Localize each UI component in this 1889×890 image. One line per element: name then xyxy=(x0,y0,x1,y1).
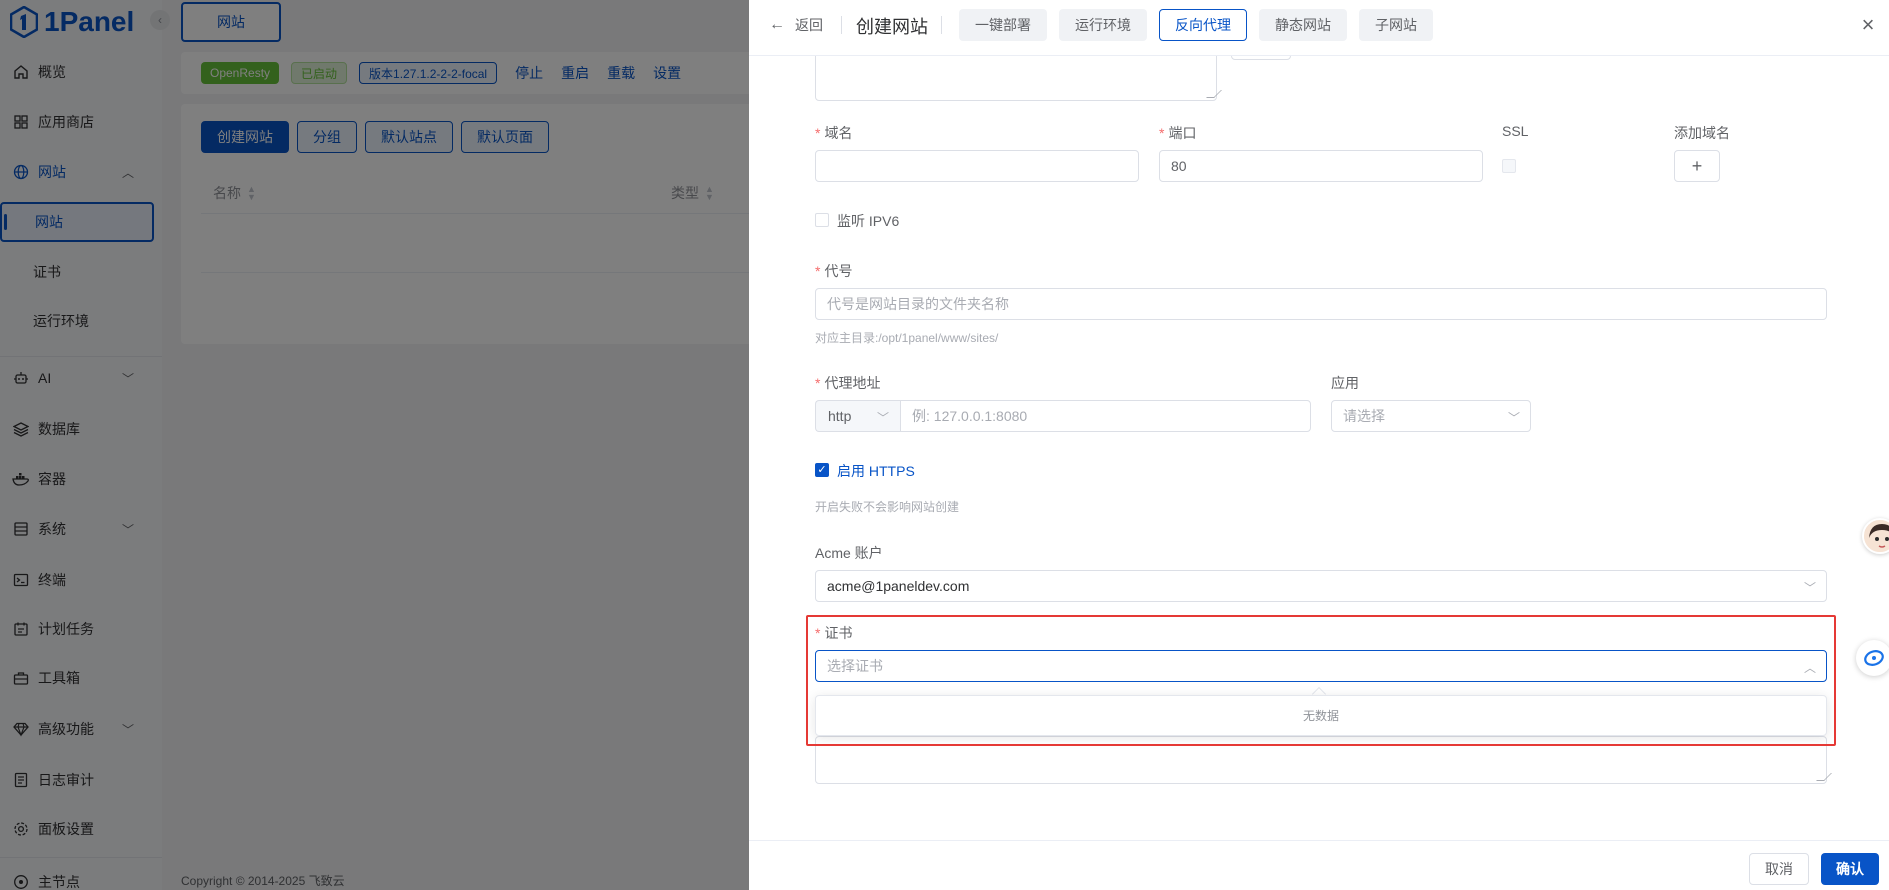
close-icon[interactable]: × xyxy=(1857,14,1879,36)
type-one-click-deploy[interactable]: 一键部署 xyxy=(959,9,1047,41)
app-placeholder: 请选择 xyxy=(1343,408,1385,424)
website-type-tabs: 一键部署 运行环境 反向代理 静态网站 子网站 xyxy=(959,9,1433,41)
port-label: * 端口 xyxy=(1159,123,1196,143)
alias-input[interactable]: 代号是网站目录的文件夹名称 xyxy=(815,288,1827,320)
drawer-title: 创建网站 xyxy=(856,17,928,37)
alias-hint: 对应主目录:/opt/1panel/www/sites/ xyxy=(815,331,999,345)
acme-account-select[interactable]: acme@1paneldev.com ﹀ xyxy=(815,570,1827,602)
app-select[interactable]: 请选择 ﹀ xyxy=(1331,400,1531,432)
chevron-down-icon: ﹀ xyxy=(1507,411,1520,425)
chevron-down-icon: ﹀ xyxy=(1803,581,1816,595)
alias-placeholder: 代号是网站目录的文件夹名称 xyxy=(827,296,1009,312)
header-divider xyxy=(841,16,842,34)
chevron-down-icon: ﹀ xyxy=(876,411,889,425)
domain-label-text: 域名 xyxy=(824,125,853,141)
cancel-button[interactable]: 取消 xyxy=(1749,853,1809,885)
drawer-header: ← 返回 创建网站 一键部署 运行环境 反向代理 静态网站 子网站 × xyxy=(749,0,1889,56)
port-input[interactable]: 80 xyxy=(1159,150,1483,182)
proxy-address-placeholder: 例: 127.0.0.1:8080 xyxy=(912,408,1028,424)
type-runtime[interactable]: 运行环境 xyxy=(1059,9,1147,41)
proxy-label-text: 代理地址 xyxy=(824,375,881,391)
alias-label: * 代号 xyxy=(815,261,852,281)
add-domain-label: 添加域名 xyxy=(1674,125,1730,141)
modal-overlay[interactable] xyxy=(0,0,749,890)
drawer-form: * 域名 * 端口 80 SSL 添加域名 + 监听 IPV6 * 代号 代号是网站目… xyxy=(749,56,1889,840)
required-mark: * xyxy=(815,375,821,391)
https-checkbox[interactable]: ✓ xyxy=(815,463,829,477)
https-label: 启用 HTTPS xyxy=(837,463,915,479)
highlight-annotation xyxy=(806,615,1836,746)
proxy-label: * 代理地址 xyxy=(815,373,880,393)
acme-account-value: acme@1paneldev.com xyxy=(827,578,970,594)
domain-input[interactable] xyxy=(815,150,1139,182)
back-button[interactable]: ← 返回 xyxy=(769,15,823,35)
domain-label: * 域名 xyxy=(815,123,852,143)
partial-button[interactable] xyxy=(1231,56,1291,60)
add-domain-button[interactable]: + xyxy=(1674,150,1720,182)
proxy-address-input[interactable]: 例: 127.0.0.1:8080 xyxy=(900,400,1311,432)
create-website-drawer: ← 返回 创建网站 一键部署 运行环境 反向代理 静态网站 子网站 × * 域名 … xyxy=(749,0,1889,890)
group-textarea[interactable] xyxy=(815,56,1222,101)
drawer-footer: 取消 确认 xyxy=(749,840,1889,890)
arrow-left-icon: ← xyxy=(769,16,785,33)
acme-label: Acme 账户 xyxy=(815,545,883,561)
back-label: 返回 xyxy=(795,17,823,33)
required-mark: * xyxy=(1159,125,1165,141)
app-label: 应用 xyxy=(1331,375,1359,391)
type-reverse-proxy[interactable]: 反向代理 xyxy=(1159,9,1247,41)
port-label-text: 端口 xyxy=(1168,125,1197,141)
alias-label-text: 代号 xyxy=(824,263,853,279)
type-sub-site[interactable]: 子网站 xyxy=(1359,9,1433,41)
resize-handle-icon xyxy=(1816,773,1832,781)
ipv6-label: 监听 IPV6 xyxy=(837,213,900,229)
avatar-face-icon xyxy=(1864,520,1889,552)
footer-buttons: 取消 确认 xyxy=(1749,853,1879,885)
resize-handle-icon xyxy=(1206,90,1222,98)
confirm-button[interactable]: 确认 xyxy=(1821,853,1879,885)
ssl-label: SSL xyxy=(1502,123,1529,139)
chat-widget[interactable] xyxy=(1856,640,1889,676)
port-value: 80 xyxy=(1171,158,1187,174)
required-mark: * xyxy=(815,125,821,141)
type-static-site[interactable]: 静态网站 xyxy=(1259,9,1347,41)
plus-icon: + xyxy=(1691,155,1703,176)
proxy-scheme-value: http xyxy=(828,408,852,424)
ssl-checkbox[interactable] xyxy=(1502,159,1516,173)
header-divider xyxy=(941,16,942,34)
https-hint: 开启失败不会影响网站创建 xyxy=(815,500,960,514)
ipv6-checkbox[interactable] xyxy=(815,213,829,227)
proxy-scheme-select[interactable]: http ﹀ xyxy=(815,400,901,432)
required-mark: * xyxy=(815,263,821,279)
chat-bubble-icon xyxy=(1864,650,1884,666)
